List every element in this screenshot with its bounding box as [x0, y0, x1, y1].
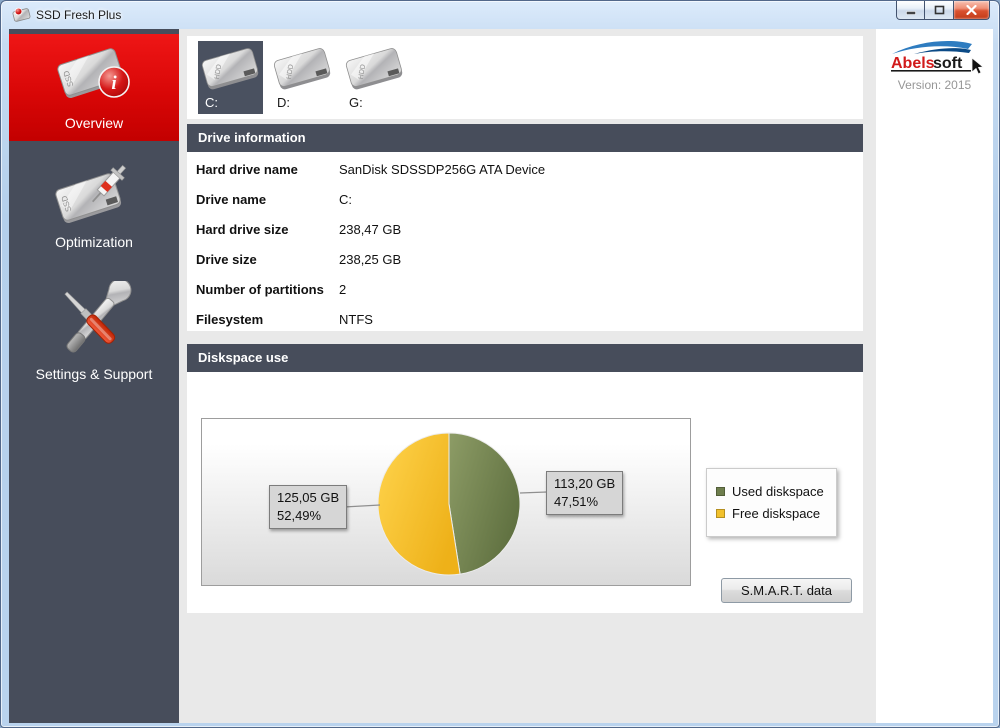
info-row: Hard drive size 238,47 GB — [187, 222, 863, 242]
app-window: SSD Fresh Plus SSD i Overview SSD Optimi… — [0, 0, 1000, 728]
main-content: HDD C: HDD D: HDD G: Drive information H… — [179, 29, 876, 723]
drive-tile-label: G: — [349, 95, 363, 110]
branding-panel: Abels soft Version: 2015 — [876, 29, 993, 723]
minimize-button[interactable] — [896, 1, 925, 20]
info-value: NTFS — [339, 312, 373, 327]
drive-tile-d[interactable]: HDD D: — [270, 41, 335, 114]
info-value: 238,47 GB — [339, 222, 402, 237]
sidebar-item-label: Optimization — [55, 234, 133, 250]
pie-label-free: 125,05 GB 52,49% — [269, 485, 348, 529]
legend-item-used: Used diskspace — [716, 484, 836, 499]
info-value: 2 — [339, 282, 347, 297]
tools-icon — [64, 278, 132, 353]
diskspace-use-body: 125,05 GB 52,49% 113,20 GB 47,51% Used d… — [187, 372, 863, 613]
drive-selector: HDD C: HDD D: HDD G: — [187, 36, 863, 119]
drive-information-body: Hard drive name SanDisk SDSSDP256G ATA D… — [187, 152, 863, 331]
logo-text-abels: Abels — [891, 55, 935, 72]
sidebar-item-optimization[interactable]: SSD Optimization — [9, 141, 179, 263]
info-value: 238,25 GB — [339, 252, 402, 267]
maximize-icon — [934, 5, 944, 15]
sidebar: SSD i Overview SSD Optimization Settings… — [9, 29, 179, 723]
close-button[interactable] — [954, 1, 990, 20]
drive-tile-c[interactable]: HDD C: — [198, 41, 263, 114]
ssd-info-icon: SSD i — [57, 48, 130, 99]
version-label: Version: 2015 — [897, 78, 972, 92]
used-diskspace-swatch — [716, 487, 725, 496]
legend-label-free: Free diskspace — [732, 506, 821, 521]
smart-data-button[interactable]: S.M.A.R.T. data — [721, 578, 852, 603]
drive-tile-label: C: — [205, 95, 218, 110]
pie-label-used-gb: 113,20 GB — [554, 476, 616, 491]
drive-icon: HDD — [201, 48, 259, 90]
diskspace-pie-chart: 125,05 GB 52,49% 113,20 GB 47,51% — [201, 418, 691, 586]
pie-slice-used-diskspace — [448, 432, 521, 575]
minimize-icon — [905, 10, 916, 15]
svg-text:i: i — [111, 73, 117, 94]
chart-legend: Used diskspace Free diskspace — [706, 468, 837, 537]
window-title: SSD Fresh Plus — [36, 8, 122, 22]
logo-text-soft: soft — [933, 55, 963, 72]
sidebar-item-label: Settings & Support — [35, 366, 153, 382]
pie-label-used: 113,20 GB 47,51% — [546, 471, 624, 515]
sidebar-item-overview[interactable]: SSD i Overview — [9, 34, 179, 141]
free-diskspace-swatch — [716, 509, 725, 518]
close-icon — [966, 5, 977, 15]
abelssoft-logo: Abels soft — [891, 41, 984, 75]
info-row: Hard drive name SanDisk SDSSDP256G ATA D… — [187, 162, 863, 182]
info-label: Hard drive size — [196, 222, 289, 237]
info-row: Number of partitions 2 — [187, 282, 863, 302]
pie-slice-free-diskspace — [377, 432, 461, 576]
sidebar-item-label: Overview — [64, 115, 124, 131]
ssd-optimize-icon: SSD — [55, 164, 127, 224]
info-label: Filesystem — [196, 312, 264, 327]
legend-item-free: Free diskspace — [716, 506, 836, 521]
pie-label-used-percent: 47,51% — [554, 494, 599, 509]
maximize-button[interactable] — [925, 1, 954, 20]
legend-label-used: Used diskspace — [732, 484, 824, 499]
drive-icon: HDD — [273, 48, 331, 90]
pie-label-free-percent: 52,49% — [277, 508, 322, 523]
titlebar: SSD Fresh Plus — [1, 1, 999, 29]
drive-icon: HDD — [345, 48, 403, 90]
window-controls — [896, 1, 990, 20]
leader-line-used — [519, 491, 548, 494]
info-value: SanDisk SDSSDP256G ATA Device — [339, 162, 546, 177]
info-label: Hard drive name — [196, 162, 298, 177]
drive-tile-g[interactable]: HDD G: — [342, 41, 407, 114]
leader-line-free — [343, 504, 381, 508]
info-label: Drive size — [196, 252, 257, 267]
drive-tile-label: D: — [277, 95, 290, 110]
pie-label-free-gb: 125,05 GB — [277, 490, 340, 505]
info-value: C: — [339, 192, 352, 207]
app-icon — [12, 7, 31, 22]
diskspace-use-header: Diskspace use — [187, 344, 863, 372]
info-row: Drive size 238,25 GB — [187, 252, 863, 272]
info-row: Filesystem NTFS — [187, 312, 863, 332]
cursor-icon — [971, 57, 984, 75]
sidebar-item-settings-support[interactable]: Settings & Support — [9, 263, 179, 393]
info-label: Drive name — [196, 192, 267, 207]
drive-information-header: Drive information — [187, 124, 863, 152]
info-row: Drive name C: — [187, 192, 863, 212]
info-label: Number of partitions — [196, 282, 324, 297]
app-body: SSD i Overview SSD Optimization Settings… — [9, 29, 993, 723]
